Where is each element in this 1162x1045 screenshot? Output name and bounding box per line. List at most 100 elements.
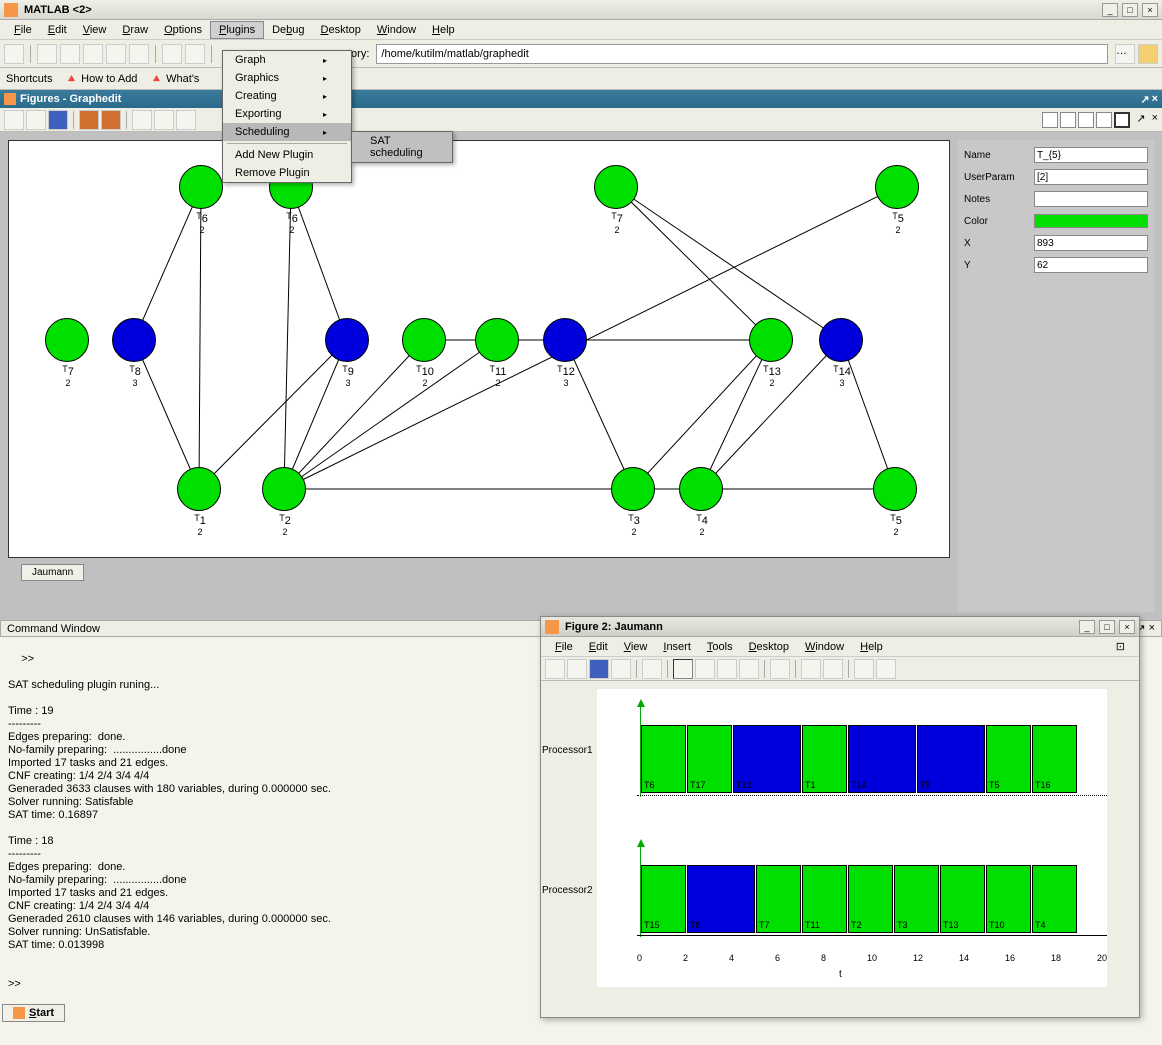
minimize-button[interactable]: _	[1102, 3, 1118, 17]
fig2-print-icon[interactable]	[611, 659, 631, 679]
shortcut-howto[interactable]: 🔺 How to Add	[64, 72, 137, 85]
node-T13[interactable]	[749, 318, 793, 362]
figure2-window[interactable]: Figure 2: Jaumann _ □ × File Edit View I…	[540, 616, 1140, 1018]
fig2-docking-icon[interactable]: ⊡	[1108, 638, 1133, 655]
fig2-menu-view[interactable]: View	[616, 639, 656, 655]
up-folder-icon[interactable]	[1138, 44, 1158, 64]
menu-edit[interactable]: Edit	[40, 22, 75, 38]
dropdown-scheduling[interactable]: Scheduling▸	[223, 123, 351, 141]
node-T6[interactable]	[179, 165, 223, 209]
fig2-zoomout-icon[interactable]	[695, 659, 715, 679]
dropdown-remove-plugin[interactable]: Remove Plugin	[223, 164, 351, 182]
fig2-zoomin-icon[interactable]	[673, 659, 693, 679]
dropdown-creating[interactable]: Creating▸	[223, 87, 351, 105]
guide-icon[interactable]	[185, 44, 205, 64]
submenu-sat-scheduling[interactable]: SAT scheduling	[352, 132, 452, 162]
browse-icon[interactable]: …	[1115, 44, 1135, 64]
prop-name-field[interactable]: T_{5}	[1034, 147, 1148, 163]
node-T14[interactable]	[819, 318, 863, 362]
fig-undock-icon[interactable]: ↗	[1136, 112, 1145, 128]
undock-icon[interactable]: ↗	[1140, 93, 1149, 106]
fig-copy-icon[interactable]	[154, 110, 174, 130]
close-button[interactable]: ×	[1142, 3, 1158, 17]
menu-view[interactable]: View	[75, 22, 115, 38]
graph-canvas[interactable]: Jaumann T62T62T72T52T72T83T93T102T112T12…	[8, 140, 950, 558]
layout4-icon[interactable]	[1096, 112, 1112, 128]
node-T7[interactable]	[594, 165, 638, 209]
menu-help[interactable]: Help	[424, 22, 463, 38]
fig2-pan-icon[interactable]	[717, 659, 737, 679]
start-button[interactable]: Start	[2, 1004, 65, 1022]
menu-file[interactable]: File	[6, 22, 40, 38]
prop-color-swatch[interactable]	[1034, 214, 1148, 228]
node-T9[interactable]	[325, 318, 369, 362]
fig-open-icon[interactable]	[26, 110, 46, 130]
menu-plugins[interactable]: Plugins	[210, 21, 264, 39]
fig2-new-icon[interactable]	[545, 659, 565, 679]
fig-cut-icon[interactable]	[132, 110, 152, 130]
fig2-menu-desktop[interactable]: Desktop	[741, 639, 797, 655]
node-T7b[interactable]	[45, 318, 89, 362]
panel-close-icon[interactable]: ×	[1152, 93, 1158, 106]
node-T5b[interactable]	[873, 467, 917, 511]
fig-paste-icon[interactable]	[176, 110, 196, 130]
node-T2[interactable]	[262, 467, 306, 511]
dropdown-add-plugin[interactable]: Add New Plugin	[223, 146, 351, 164]
fig-new-icon[interactable]	[4, 110, 24, 130]
fig2-showplot-icon[interactable]	[876, 659, 896, 679]
redo-icon[interactable]	[129, 44, 149, 64]
undo-icon[interactable]	[106, 44, 126, 64]
current-directory-field[interactable]: /home/kutilm/matlab/graphedit	[376, 44, 1108, 64]
menu-options[interactable]: Options	[156, 22, 210, 38]
fig2-maximize-button[interactable]: □	[1099, 620, 1115, 634]
shortcut-whats[interactable]: 🔺 What's	[149, 72, 199, 85]
prop-y-field[interactable]: 62	[1034, 257, 1148, 273]
maximize-button[interactable]: □	[1122, 3, 1138, 17]
copy-icon[interactable]	[60, 44, 80, 64]
fig-save-icon[interactable]	[48, 110, 68, 130]
fig2-minimize-button[interactable]: _	[1079, 620, 1095, 634]
fig2-menu-edit[interactable]: Edit	[581, 639, 616, 655]
layout2-icon[interactable]	[1060, 112, 1076, 128]
prop-x-field[interactable]: 893	[1034, 235, 1148, 251]
prop-userparam-field[interactable]: [2]	[1034, 169, 1148, 185]
fig2-pointer-icon[interactable]	[642, 659, 662, 679]
dropdown-exporting[interactable]: Exporting▸	[223, 105, 351, 123]
prop-notes-field[interactable]	[1034, 191, 1148, 207]
layout3-icon[interactable]	[1078, 112, 1094, 128]
cut-icon[interactable]	[37, 44, 57, 64]
cmdwin-close-icon[interactable]: ×	[1149, 622, 1155, 635]
paste-icon[interactable]	[83, 44, 103, 64]
node-T11[interactable]	[475, 318, 519, 362]
node-T3[interactable]	[611, 467, 655, 511]
layout5-icon[interactable]	[1114, 112, 1130, 128]
fig-close-icon[interactable]: ×	[1152, 112, 1158, 128]
node-T10[interactable]	[402, 318, 446, 362]
dropdown-graphics[interactable]: Graphics▸	[223, 69, 351, 87]
node-T4[interactable]	[679, 467, 723, 511]
sheet-tab[interactable]: Jaumann	[21, 564, 84, 581]
fig2-legend-icon[interactable]	[823, 659, 843, 679]
node-T12[interactable]	[543, 318, 587, 362]
fig2-colorbar-icon[interactable]	[801, 659, 821, 679]
fig2-menu-tools[interactable]: Tools	[699, 639, 741, 655]
fig2-menu-window[interactable]: Window	[797, 639, 852, 655]
fig2-open-icon[interactable]	[567, 659, 587, 679]
fig2-rotate-icon[interactable]	[739, 659, 759, 679]
fig-tool2-icon[interactable]	[101, 110, 121, 130]
fig2-menu-help[interactable]: Help	[852, 639, 891, 655]
layout1-icon[interactable]	[1042, 112, 1058, 128]
fig2-hideplot-icon[interactable]	[854, 659, 874, 679]
node-T5[interactable]	[875, 165, 919, 209]
menu-draw[interactable]: Draw	[114, 22, 156, 38]
dropdown-graph[interactable]: Graph▸	[223, 51, 351, 69]
menu-desktop[interactable]: Desktop	[313, 22, 369, 38]
fig-tool1-icon[interactable]	[79, 110, 99, 130]
node-T1[interactable]	[177, 467, 221, 511]
fig2-save-icon[interactable]	[589, 659, 609, 679]
menu-window[interactable]: Window	[369, 22, 424, 38]
fig2-datacursor-icon[interactable]	[770, 659, 790, 679]
simulink-icon[interactable]	[162, 44, 182, 64]
new-icon[interactable]	[4, 44, 24, 64]
fig2-menu-file[interactable]: File	[547, 639, 581, 655]
